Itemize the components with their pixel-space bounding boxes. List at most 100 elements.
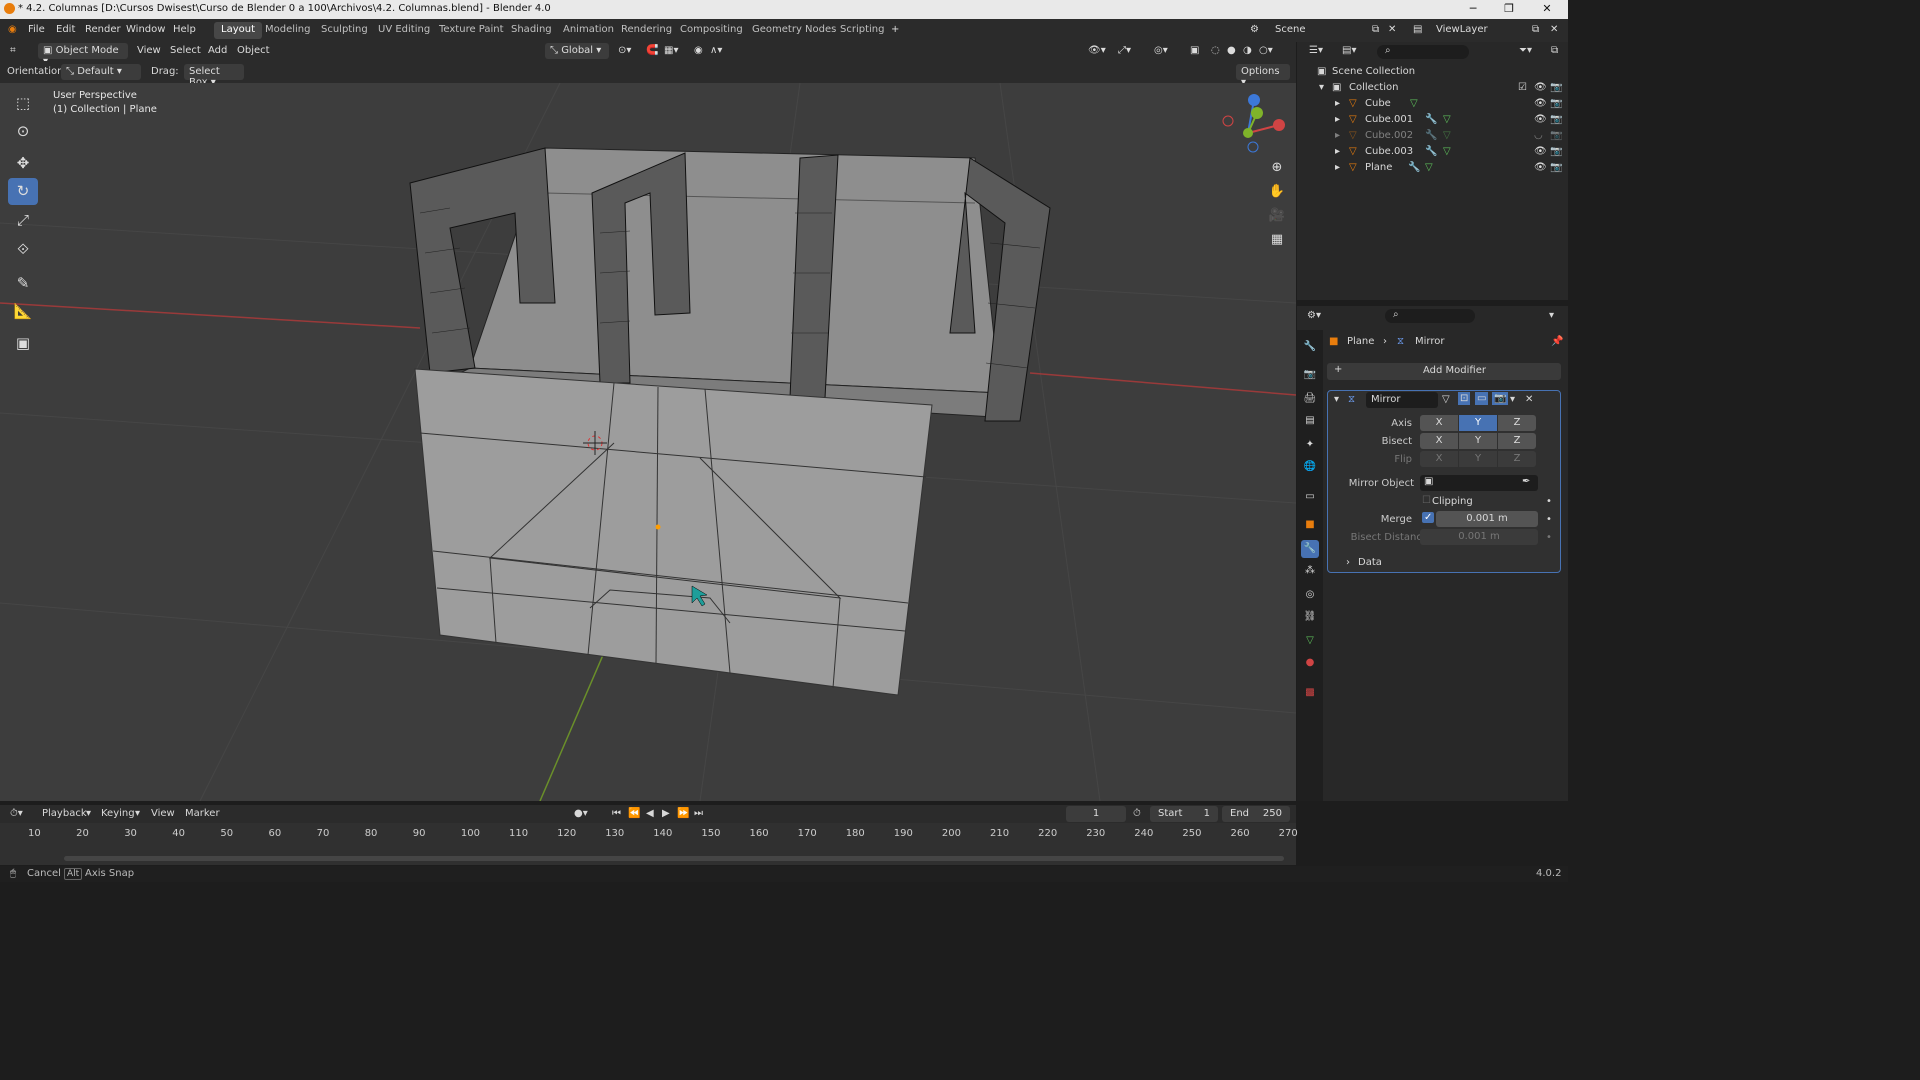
outliner-scene-collection[interactable]: ▣ Scene Collection [1297, 64, 1568, 80]
select-box-tool-icon[interactable]: ⬚ [8, 90, 38, 117]
material-tab-icon[interactable]: ● [1301, 654, 1319, 672]
drag-dropdown[interactable]: Select Box ▾ [184, 64, 244, 88]
tab-layout[interactable]: Layout [214, 22, 262, 39]
keyframe-dot-icon[interactable]: • [1546, 514, 1552, 525]
show-in-render-icon[interactable]: 📷 [1492, 392, 1509, 405]
tab-modeling[interactable]: Modeling [258, 22, 318, 39]
timeline-editor-icon[interactable]: ⏱▾ [10, 808, 23, 819]
expand-arrow-icon[interactable]: ▸ [1335, 146, 1340, 157]
data-subpanel-label[interactable]: Data [1358, 557, 1382, 568]
proportional-edit-icon[interactable]: ◉ [694, 45, 703, 56]
render-tab-icon[interactable]: 📷 [1301, 366, 1319, 384]
constraints-tab-icon[interactable]: ⛓ [1301, 608, 1319, 626]
tab-texture-paint[interactable]: Texture Paint [432, 22, 511, 39]
visibility-icon[interactable]: 👁▾ [1088, 45, 1106, 56]
data-subpanel-chevron-icon[interactable]: › [1346, 557, 1350, 568]
view-layer-tab-icon[interactable]: ▤ [1301, 412, 1319, 430]
next-keyframe-icon[interactable]: ⏩ [677, 808, 689, 819]
eye-icon[interactable]: 👁 [1534, 146, 1547, 157]
menu-view[interactable]: View [137, 45, 161, 56]
tool-tab-icon[interactable]: 🔧 [1301, 338, 1319, 356]
tab-scripting[interactable]: Scripting [833, 22, 891, 39]
outliner-search-input[interactable]: ⌕ [1377, 45, 1469, 59]
scene-tab-icon[interactable]: ✦ [1301, 436, 1319, 454]
falloff-icon[interactable]: ∧▾ [710, 45, 722, 56]
expand-arrow-icon[interactable]: ▸ [1335, 98, 1340, 109]
tab-geometry-nodes[interactable]: Geometry Nodes [745, 22, 843, 39]
merge-distance-field[interactable]: 0.001 m [1436, 511, 1538, 527]
pin-icon[interactable]: 📌 [1551, 336, 1563, 347]
ortho-grid-icon[interactable]: ▦ [1266, 229, 1288, 251]
navigation-gizmo[interactable] [1222, 94, 1285, 153]
close-button[interactable]: ✕ [1532, 2, 1562, 15]
wireframe-shading-icon[interactable]: ◌ [1211, 45, 1220, 56]
timeline-keying-menu[interactable]: Keying [101, 808, 135, 819]
flip-z-toggle[interactable]: Z [1498, 451, 1536, 467]
delete-modifier-icon[interactable]: ✕ [1525, 394, 1533, 405]
camera-icon[interactable]: 📷 [1550, 130, 1562, 141]
object-tab-icon[interactable]: ■ [1301, 516, 1319, 534]
add-workspace-icon[interactable]: + [891, 24, 899, 35]
properties-editor-icon[interactable]: ⚙▾ [1307, 310, 1321, 321]
camera-view-icon[interactable]: 🎥 [1266, 205, 1288, 227]
blender-menu-icon[interactable]: ◉ [8, 24, 17, 35]
outliner-editor-icon[interactable]: ☰▾ [1309, 45, 1323, 56]
3d-viewport[interactable]: User Perspective (1) Collection | Plane … [0, 83, 1296, 801]
timeline-marker-menu[interactable]: Marker [185, 808, 220, 819]
tab-uv-editing[interactable]: UV Editing [371, 22, 437, 39]
remove-scene-icon[interactable]: ✕ [1388, 24, 1396, 35]
tab-rendering[interactable]: Rendering [614, 22, 679, 39]
clipping-checkbox[interactable]: ☐ [1422, 495, 1431, 506]
eye-icon[interactable]: 👁 [1534, 98, 1547, 109]
show-in-edit-mode-icon[interactable]: ⊡ [1458, 392, 1471, 405]
menu-select[interactable]: Select [170, 45, 201, 56]
outliner-item-cube-001[interactable]: ▸ ▽ Cube.001 🔧 ▽ 👁 📷 [1297, 112, 1568, 128]
new-scene-icon[interactable]: ⧉ [1372, 24, 1379, 35]
rendered-shading-icon[interactable]: ○▾ [1259, 45, 1273, 56]
modifier-dropdown-icon[interactable]: ▾ [1510, 394, 1515, 405]
remove-view-layer-icon[interactable]: ✕ [1550, 24, 1558, 35]
filter-icon[interactable]: ⏷▾ [1519, 45, 1532, 56]
current-frame-field[interactable]: 1 [1066, 806, 1126, 822]
tab-compositing[interactable]: Compositing [673, 22, 750, 39]
add-cube-tool-icon[interactable]: ▣ [8, 330, 38, 357]
physics-tab-icon[interactable]: ◎ [1301, 586, 1319, 604]
eye-icon[interactable]: 👁 [1534, 82, 1547, 93]
move-tool-icon[interactable]: ✥ [8, 150, 38, 177]
data-tab-icon[interactable]: ▽ [1301, 632, 1319, 650]
camera-icon[interactable]: 📷 [1550, 98, 1562, 109]
bisect-distance-field[interactable]: 0.001 m [1420, 529, 1538, 545]
timeline-scrollbar[interactable] [64, 856, 1284, 861]
world-tab-icon[interactable]: 🌐 [1301, 458, 1319, 476]
scene-icon[interactable]: ⚙ [1250, 24, 1259, 35]
modifier-tab-icon[interactable]: 🔧 [1301, 540, 1319, 558]
axis-y-toggle[interactable]: Y [1459, 415, 1497, 431]
zoom-icon[interactable]: ⊕ [1266, 157, 1288, 179]
clock-icon[interactable]: ⏱ [1133, 808, 1141, 819]
expand-arrow-icon[interactable]: ▾ [1319, 82, 1324, 93]
new-collection-icon[interactable]: ⧉ [1551, 45, 1558, 56]
minimize-button[interactable]: ─ [1458, 2, 1488, 15]
camera-icon[interactable]: 📷 [1550, 162, 1562, 173]
menu-render[interactable]: Render [85, 24, 121, 35]
properties-search-input[interactable]: ⌕ [1385, 309, 1475, 323]
display-mode-icon[interactable]: ▤▾ [1342, 45, 1356, 56]
mirror-object-field[interactable]: ▣ ✒ [1420, 475, 1538, 491]
outliner-item-cube-003[interactable]: ▸ ▽ Cube.003 🔧 ▽ 👁 📷 [1297, 144, 1568, 160]
flip-x-toggle[interactable]: X [1420, 451, 1458, 467]
jump-end-icon[interactable]: ⏭ [694, 808, 703, 819]
snap-target-icon[interactable]: ▦▾ [664, 45, 678, 56]
tab-animation[interactable]: Animation [556, 22, 621, 39]
show-in-viewport-icon[interactable]: ▭ [1475, 392, 1489, 405]
jump-start-icon[interactable]: ⏮ [612, 808, 621, 819]
mode-dropdown[interactable]: ▣ Object Mode ▾ [38, 43, 128, 67]
prev-keyframe-icon[interactable]: ⏪ [628, 808, 640, 819]
outliner-collection[interactable]: ▾ ▣ Collection ☑ 👁 📷 [1297, 80, 1568, 96]
eyedropper-icon[interactable]: ✒ [1522, 476, 1530, 487]
scale-tool-icon[interactable]: ⤢ [8, 207, 38, 234]
play-reverse-icon[interactable]: ◀ [646, 808, 654, 819]
start-frame-field[interactable]: Start 1 [1150, 806, 1218, 822]
expand-arrow-icon[interactable]: ▸ [1335, 114, 1340, 125]
annotate-tool-icon[interactable]: ✎ [8, 270, 38, 297]
outliner-item-cube-002[interactable]: ▸ ▽ Cube.002 🔧 ▽ ◡ 📷 [1297, 128, 1568, 144]
